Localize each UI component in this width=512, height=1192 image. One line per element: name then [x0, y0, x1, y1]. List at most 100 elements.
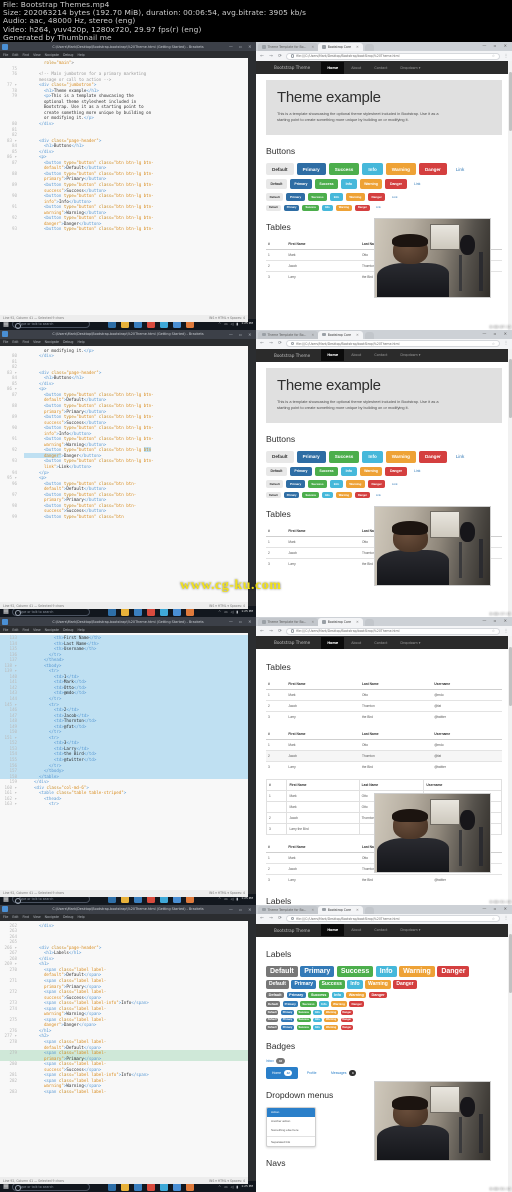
address-bar[interactable]: file:///C:/Users/Mark/Desktop/Bootstrap/…: [286, 340, 500, 347]
address-bar[interactable]: file:///C:/Users/Mark/Desktop/Bootstrap/…: [286, 52, 500, 60]
button-warning[interactable]: Warning: [385, 163, 416, 176]
tray-icon-0[interactable]: ^: [218, 322, 221, 326]
button-link[interactable]: Link: [450, 163, 470, 175]
menu-item-find[interactable]: Find: [23, 915, 30, 919]
status-2[interactable]: Spaces: 4: [229, 1179, 245, 1183]
menu-item-help[interactable]: Help: [77, 628, 84, 632]
editor-code-area[interactable]: 133 <th>First Name</th> 134 <th>Last Name…: [0, 633, 248, 890]
button-info[interactable]: Info: [330, 192, 343, 201]
tray-icon-1[interactable]: ▭: [224, 322, 227, 326]
menu-item-debug[interactable]: Debug: [63, 53, 73, 57]
navbar-item-contact[interactable]: Contact: [368, 349, 393, 361]
button-primary[interactable]: Primary: [283, 204, 300, 211]
navbar-item-contact[interactable]: Contact: [368, 62, 393, 74]
menu-item-view[interactable]: View: [33, 628, 41, 632]
button-default[interactable]: Default: [266, 466, 287, 477]
tab-close-icon[interactable]: ✕: [356, 333, 359, 337]
button-danger[interactable]: Danger: [367, 480, 386, 489]
menu-item-navigate[interactable]: Navigate: [45, 340, 59, 344]
status-2[interactable]: Spaces: 4: [229, 891, 245, 895]
bookmark-star-icon[interactable]: ☆: [492, 629, 495, 633]
tray-icon-2[interactable]: ◁: [231, 610, 234, 614]
browser-window-controls[interactable]: — ▫ ✕: [482, 906, 510, 911]
button-info[interactable]: Info: [330, 480, 343, 489]
menu-item-find[interactable]: Find: [23, 53, 30, 57]
status-1[interactable]: HTML ▾: [217, 1179, 229, 1183]
nav-pill-messages[interactable]: Messages 3: [325, 1067, 362, 1079]
back-icon[interactable]: ←: [259, 54, 265, 59]
navbar-brand[interactable]: Bootstrap Theme: [274, 65, 310, 70]
button-default[interactable]: Default: [266, 163, 294, 176]
menu-item-file[interactable]: File: [3, 53, 8, 57]
tab-close-icon[interactable]: ✕: [311, 45, 314, 49]
button-danger[interactable]: Danger: [367, 192, 386, 201]
button-default[interactable]: Default: [266, 179, 287, 189]
status-1[interactable]: HTML ▾: [217, 891, 229, 895]
new-tab-button[interactable]: [364, 331, 374, 339]
dropdown-item-1[interactable]: Another action: [267, 1117, 315, 1126]
browser-tab-1[interactable]: Bootstrap Core ✕: [318, 43, 363, 51]
button-warning[interactable]: Warning: [345, 480, 365, 489]
button-warning[interactable]: Warning: [359, 466, 383, 477]
button-default[interactable]: Default: [266, 204, 281, 211]
back-icon[interactable]: ←: [259, 341, 265, 346]
button-danger[interactable]: Danger: [385, 466, 407, 477]
nav-pill-home[interactable]: Home 42: [266, 1066, 299, 1079]
button-link[interactable]: Link: [410, 467, 425, 476]
button-success[interactable]: Success: [314, 466, 339, 477]
dropdown-item-3[interactable]: Separated link: [267, 1138, 315, 1147]
menu-item-view[interactable]: View: [33, 915, 41, 919]
tray-icon-0[interactable]: ^: [218, 1185, 221, 1189]
button-success[interactable]: Success: [302, 204, 319, 211]
button-primary[interactable]: Primary: [286, 192, 305, 201]
button-primary[interactable]: Primary: [296, 450, 326, 463]
tray-icon-1[interactable]: ▭: [224, 897, 227, 901]
menu-item-file[interactable]: File: [3, 628, 8, 632]
menu-item-navigate[interactable]: Navigate: [45, 628, 59, 632]
reload-icon[interactable]: ⟳: [277, 629, 283, 634]
button-default[interactable]: Default: [266, 492, 281, 499]
tray-icon-0[interactable]: ^: [218, 897, 221, 901]
address-bar[interactable]: file:///C:/Users/Mark/Desktop/Bootstrap/…: [286, 915, 500, 922]
button-success[interactable]: Success: [314, 179, 339, 189]
editor-code-area[interactable]: or modifying it.</p> 80 </div> 81 82 83 ▾ <d…: [0, 345, 248, 602]
browser-menu-icon[interactable]: ⋮: [503, 341, 509, 346]
bookmark-star-icon[interactable]: ☆: [492, 342, 495, 346]
dropdown-item-0[interactable]: Action: [267, 1107, 315, 1117]
status-1[interactable]: HTML ▾: [217, 604, 229, 608]
tray-icon-2[interactable]: ◁: [231, 897, 234, 901]
menu-item-find[interactable]: Find: [23, 628, 30, 632]
button-info[interactable]: Info: [341, 466, 357, 477]
forward-icon[interactable]: →: [268, 341, 274, 346]
browser-window-controls[interactable]: — ▫ ✕: [482, 331, 510, 336]
menu-item-edit[interactable]: Edit: [12, 628, 18, 632]
button-info[interactable]: Info: [341, 179, 357, 189]
menu-item-navigate[interactable]: Navigate: [45, 915, 59, 919]
navbar-item-home[interactable]: Home: [321, 61, 345, 74]
tray-icon-3[interactable]: ▮: [236, 322, 238, 326]
forward-icon[interactable]: →: [268, 916, 274, 921]
reload-icon[interactable]: ⟳: [277, 341, 283, 346]
browser-menu-icon[interactable]: ⋮: [503, 54, 509, 59]
status-2[interactable]: Spaces: 4: [229, 604, 245, 608]
browser-window-controls[interactable]: — ▫ ✕: [482, 618, 510, 623]
button-primary[interactable]: Primary: [289, 466, 312, 477]
menu-item-edit[interactable]: Edit: [12, 340, 18, 344]
editor-code-area[interactable]: role="main"> 75 76 <!-- Main jumbotron for…: [0, 58, 248, 315]
button-default[interactable]: Default: [266, 480, 284, 489]
button-danger[interactable]: Danger: [418, 450, 447, 463]
tab-close-icon[interactable]: ✕: [311, 908, 314, 912]
tray-icon-1[interactable]: ▭: [224, 1185, 227, 1189]
windows-start-icon[interactable]: ▦: [0, 1183, 12, 1190]
navbar-brand[interactable]: Bootstrap Theme: [274, 353, 310, 358]
button-default[interactable]: Default: [266, 450, 294, 463]
browser-menu-icon[interactable]: ⋮: [503, 629, 509, 634]
navbar-item-home[interactable]: Home: [321, 349, 345, 361]
forward-icon[interactable]: →: [268, 54, 274, 59]
menu-item-debug[interactable]: Debug: [63, 340, 73, 344]
tray-icon-3[interactable]: ▮: [236, 897, 238, 901]
browser-tab-0[interactable]: Theme Template for Bo... ✕: [258, 905, 319, 914]
tray-icon-1[interactable]: ▭: [224, 610, 227, 614]
button-warning[interactable]: Warning: [335, 204, 353, 211]
menu-item-debug[interactable]: Debug: [63, 915, 73, 919]
